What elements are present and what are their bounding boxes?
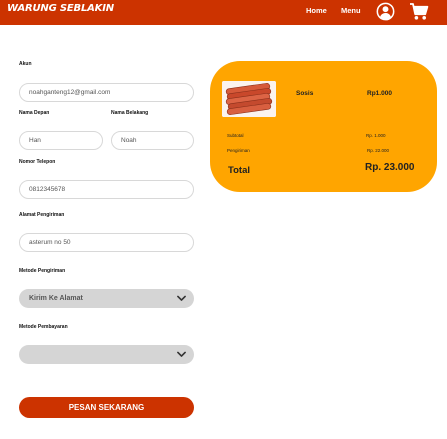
sausage-image [222,81,276,117]
last-name-label: Nama Belakang [111,110,149,116]
nav-menu-link[interactable]: Menu [341,6,361,15]
shipping-method-select[interactable]: Kirim Ke Alamat [19,289,194,308]
subtotal-label: Subtotal [227,133,244,138]
shipping-method-label: Metode Pengiriman [19,268,66,274]
order-summary-card: Sosis Rp1.000 Subtotal Rp. 1.000 Pengiri… [210,61,437,192]
payment-method-label: Metode Pembayaran [19,324,68,330]
address-field[interactable]: asterum no 50 [19,233,194,252]
shipping-cost-value: Rp. 22.000 [367,148,390,153]
item-name: Sosis [296,90,314,97]
shipping-method-value: Kirim Ke Alamat [29,295,83,302]
item-price: Rp1.000 [367,90,392,97]
user-circle-icon[interactable] [376,2,395,21]
email-field[interactable]: noahganteng12@gmail.com [19,83,194,102]
nav-home-link[interactable]: Home [306,6,327,15]
phone-label: Nomor Telepon [19,159,56,165]
last-name-field[interactable]: Noah [111,131,194,150]
total-value: Rp. 23.000 [365,162,415,173]
total-label: Total [228,165,250,176]
payment-method-select[interactable] [19,345,194,364]
phone-field[interactable]: 0812345678 [19,180,194,199]
first-name-label: Nama Depan [19,110,50,116]
chevron-down-icon [177,295,186,301]
address-label: Alamat Pengiriman [19,212,65,218]
account-label: Akun [19,61,32,67]
shipping-cost-label: Pengiriman [227,148,250,153]
order-now-button[interactable]: PESAN SEKARANG [19,397,194,418]
chevron-down-icon [177,351,186,357]
navbar: WARUNG SEBLAKIN Home Menu [0,0,447,25]
cart-icon[interactable] [409,2,429,21]
first-name-field[interactable]: Han [19,131,103,150]
subtotal-value: Rp. 1.000 [366,133,386,138]
brand-logo[interactable]: WARUNG SEBLAKIN [7,3,114,14]
